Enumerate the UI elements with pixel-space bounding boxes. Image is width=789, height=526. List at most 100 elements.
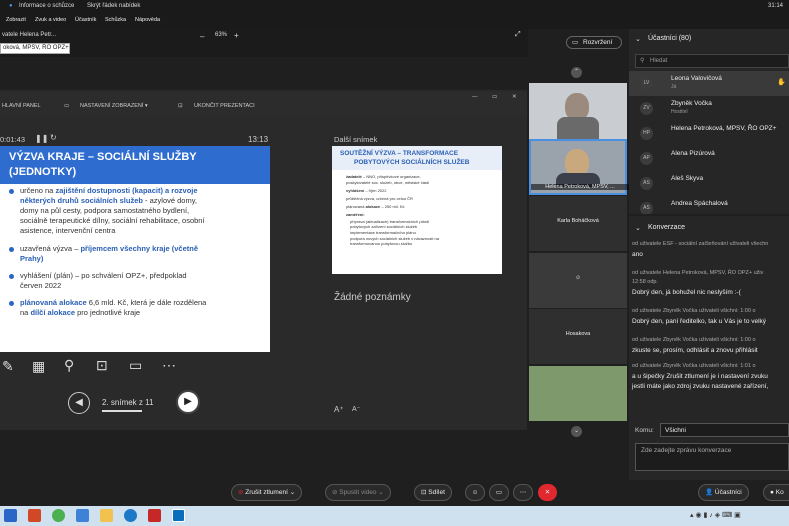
menu-item-meeting[interactable]: Schůzka <box>105 17 126 23</box>
collapse-icon[interactable]: ⌄ <box>635 224 641 232</box>
windows-taskbar <box>0 506 789 526</box>
emoji-icon: ☺ <box>471 489 479 496</box>
captions-button[interactable]: ▭ <box>489 484 509 501</box>
start-video-button[interactable]: ⊘ Spustit video ⌄ <box>325 484 391 501</box>
video-tile-label: Helena Petroková, MPSV, ... <box>531 184 629 190</box>
subtitles-icon[interactable]: ▭ <box>129 357 142 374</box>
search-icon: ⚲ <box>640 58 645 64</box>
folder-icon[interactable] <box>100 509 113 522</box>
restart-icon[interactable]: ↻ <box>50 133 57 142</box>
chevron-down-icon[interactable]: ⌄ <box>290 489 295 496</box>
participant-name: Leona Valovičová <box>671 75 722 82</box>
hide-menubar-link[interactable]: Skrýt řádek nabídek <box>87 3 140 9</box>
webex-icon[interactable] <box>172 509 185 522</box>
menu-item-view[interactable]: Zobrazit <box>6 17 26 23</box>
leave-button[interactable]: ✕ <box>538 484 557 501</box>
minimize-icon[interactable]: — <box>472 94 478 100</box>
video-tile-2[interactable]: Helena Petroková, MPSV, ... <box>529 139 629 195</box>
close-icon[interactable]: ✕ <box>512 94 517 100</box>
chrome-icon[interactable] <box>52 509 65 522</box>
restore-icon[interactable]: ▭ <box>492 94 497 100</box>
pdf-icon[interactable] <box>148 509 161 522</box>
collapse-icon[interactable]: ⌄ <box>635 35 641 43</box>
search-placeholder: Hledat <box>650 58 668 64</box>
participant-row[interactable]: ZV Zbyněk Vočka Hostitel <box>629 96 789 121</box>
app-icon[interactable] <box>76 509 89 522</box>
video-tile-1[interactable] <box>529 83 627 139</box>
pen-icon[interactable]: ✎ <box>2 358 14 375</box>
zoom-in-icon[interactable]: + <box>234 31 239 40</box>
windows-start-icon[interactable] <box>4 509 17 522</box>
hand-icon[interactable]: ✋ <box>777 78 786 86</box>
message-text: jestli máte jako zdroj zvuku nastavené z… <box>632 383 769 390</box>
next-slide-preview[interactable]: SOUTĚŽNÍ VÝZVA – TRANSFORMACE POBYTOVÝCH… <box>332 146 502 274</box>
text-bold: dílčí alokace <box>30 308 76 317</box>
text: červen 2022 <box>20 281 62 290</box>
system-tray-icons[interactable]: ▴ ◉ ▮ ♪ ◈ ⌨ ▣ <box>690 509 780 522</box>
person-body <box>557 117 599 139</box>
menu-item-participant[interactable]: Účastník <box>75 17 96 23</box>
meeting-info-link[interactable]: Informace o schůzce <box>19 3 74 9</box>
video-tile-4[interactable]: ⊘ <box>529 253 627 308</box>
chevron-down-icon[interactable]: ⌄ <box>378 489 383 496</box>
avatar: AP <box>640 152 653 165</box>
main-panel-button[interactable]: HLAVNÍ PANEL <box>2 103 41 109</box>
chat-input[interactable]: Zde zadejte zprávu konverzace <box>635 443 789 471</box>
avatar: LV <box>640 77 653 90</box>
scroll-up-icon[interactable]: ⌃ <box>571 67 582 78</box>
video-tile-5[interactable]: Hosakova <box>529 309 627 364</box>
chat-button[interactable]: ● Ko <box>763 484 789 501</box>
layout-icon: ▭ <box>572 39 579 46</box>
zoom-icon[interactable]: ⚲ <box>64 357 74 374</box>
edge-icon[interactable] <box>124 509 137 522</box>
ns-text: zaměření: <box>346 212 365 217</box>
unmute-button[interactable]: ⊘ Zrušit ztlumení ⌄ <box>231 484 303 501</box>
end-presentation-button[interactable]: UKONČIT PREZENTACI <box>194 103 255 109</box>
presenter-field[interactable]: oková, MPSV, ŘO OPZ+ <box>0 43 70 54</box>
powerpoint-icon[interactable] <box>28 509 41 522</box>
text: asistence, intervenční centra <box>20 226 116 235</box>
speaker-notes: Žádné poznámky <box>334 292 411 303</box>
previous-slide-button[interactable]: ◀ <box>68 392 90 414</box>
video-tile-3[interactable]: Karla Boháčková <box>529 196 627 251</box>
presenter-toolbar: HLAVNÍ PANEL ▭ NASTAVENÍ ZOBRAZENÍ ▾ ⊡ U… <box>0 92 527 116</box>
menu-item-help[interactable]: Nápověda <box>135 17 160 23</box>
video-tile-6[interactable] <box>529 366 627 421</box>
scroll-down-icon[interactable]: ⌄ <box>571 426 582 437</box>
more-options-icon[interactable]: ⋯ <box>162 357 176 374</box>
reactions-button[interactable]: ☺ <box>465 484 485 501</box>
close-share-icon[interactable]: ⤢ <box>515 31 521 39</box>
ns-text: plánovaná alokace – 250 mil. Kč <box>346 204 405 209</box>
pause-icon[interactable]: ❚❚ <box>35 134 48 143</box>
participant-row[interactable]: HP Helena Petroková, MPSV, ŘO OPZ+ <box>629 121 789 146</box>
ns-text: pobytových zařízení sociálních služeb <box>350 224 418 229</box>
decrease-font-icon[interactable]: A⁻ <box>352 405 360 413</box>
participant-role: Hostitel <box>671 109 688 115</box>
participant-row[interactable]: AP Alena Pizúrová <box>629 146 789 171</box>
slide-title: VÝZVA KRAJE – SOCIÁLNÍ SLUŽBY <box>9 151 197 163</box>
clock: 13:13 <box>248 135 269 144</box>
participant-search[interactable]: ⚲ Hledat <box>635 54 789 68</box>
increase-font-icon[interactable]: A⁺ <box>334 405 344 414</box>
ns-bold: vyhlášení <box>346 188 365 193</box>
pointer-icon[interactable]: ⊡ <box>96 357 108 374</box>
ns-text: poskytovatelé soc. služeb, obce, městské… <box>346 180 429 185</box>
participant-row[interactable]: LV Leona Valovičová Já ✋ <box>629 71 789 96</box>
zoom-out-icon[interactable]: – <box>200 32 204 41</box>
participant-name: Andrea Spáchalová <box>671 200 728 207</box>
next-slide-button[interactable]: ▶ <box>176 390 200 414</box>
more-button[interactable]: ⋯ <box>513 484 533 501</box>
menu-item-audio-video[interactable]: Zvuk a video <box>35 17 66 23</box>
display-settings-button[interactable]: NASTAVENÍ ZOBRAZENÍ ▾ <box>80 103 148 109</box>
text: uzavřená výzva – <box>20 244 81 253</box>
participant-name: Helena Petroková, MPSV, ŘO OPZ+ <box>671 125 777 132</box>
participant-row[interactable]: AS Andrea Spáchalová <box>629 196 789 214</box>
recipient-select[interactable]: Všichni <box>660 423 789 437</box>
share-button[interactable]: ⊡ Sdílet <box>414 484 452 501</box>
grid-icon[interactable]: ▦ <box>32 358 45 375</box>
text: vyhlášení (plán) – po schválení OPZ+, př… <box>20 271 187 280</box>
participant-row[interactable]: AS Aleš Skyva <box>629 171 789 196</box>
layout-button[interactable]: ▭ Rozvržení <box>566 36 622 49</box>
message-text: Dobrý den, já bohužel nic neslyším :-( <box>632 289 741 296</box>
participants-button[interactable]: 👤 Účastníci <box>698 484 749 501</box>
